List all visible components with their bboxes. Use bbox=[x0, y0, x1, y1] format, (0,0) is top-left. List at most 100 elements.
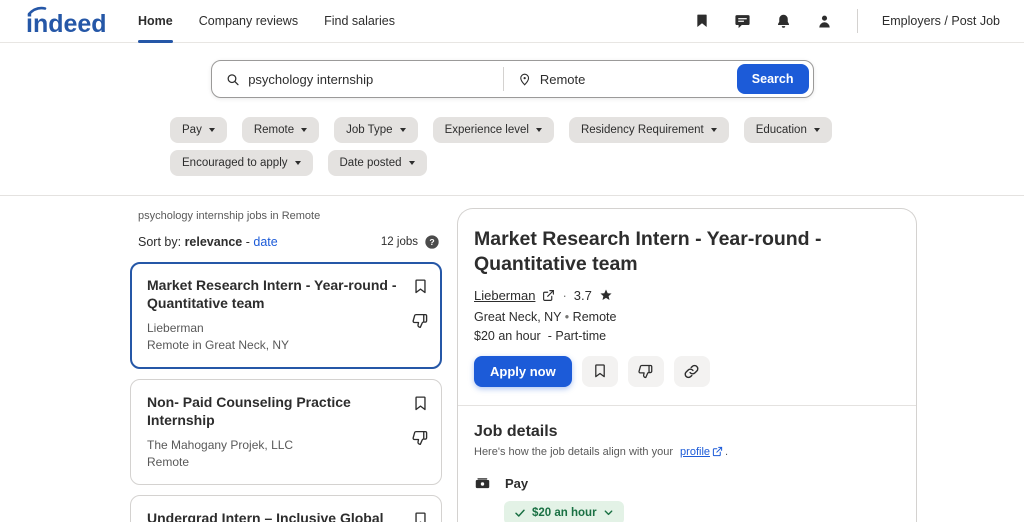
thumbs-down-icon[interactable] bbox=[411, 429, 429, 447]
check-icon bbox=[515, 509, 525, 517]
indeed-logo-text: indeed bbox=[26, 10, 107, 37]
job-card-title[interactable]: Non- Paid Counseling Practice Internship bbox=[147, 393, 403, 430]
filter-date-posted-label: Date posted bbox=[339, 157, 402, 169]
nav-tab-company-reviews[interactable]: Company reviews bbox=[186, 0, 311, 43]
job-card-undergrad-intern[interactable]: Undergrad Intern – Inclusive Global Heal… bbox=[130, 495, 442, 522]
indeed-logo[interactable]: indeed bbox=[25, 5, 109, 37]
job-remote-label: Remote bbox=[572, 309, 617, 324]
job-details-pay-item: Pay bbox=[474, 475, 900, 492]
filter-remote[interactable]: Remote bbox=[241, 117, 320, 143]
job-card-company: Lieberman bbox=[147, 320, 204, 335]
nav-tab-home[interactable]: Home bbox=[125, 0, 186, 43]
job-card-text: Market Research Intern - Year-round - Qu… bbox=[147, 276, 403, 355]
separator-bullet: • bbox=[564, 309, 570, 324]
company-link[interactable]: Lieberman bbox=[474, 288, 535, 303]
search-icon bbox=[227, 73, 239, 85]
job-card-location: Remote in Great Neck, NY bbox=[147, 338, 290, 353]
copy-link-button[interactable] bbox=[673, 355, 710, 387]
primary-nav: Home Company reviews Find salaries bbox=[125, 0, 408, 43]
caret-down-icon bbox=[813, 128, 820, 132]
thumbs-down-icon bbox=[638, 364, 653, 378]
job-search-bar: Search bbox=[210, 60, 814, 98]
job-card-text: Undergrad Intern – Inclusive Global Heal… bbox=[147, 509, 403, 522]
bookmark-icon bbox=[697, 14, 707, 27]
job-list-column: psychology internship jobs in Remote Sor… bbox=[130, 208, 442, 522]
sort-row: Sort by: relevance - date 12 jobs ? bbox=[138, 234, 440, 250]
filter-row-2: Encouraged to apply Date posted bbox=[170, 150, 1024, 176]
job-card-market-research-intern[interactable]: Market Research Intern - Year-round - Qu… bbox=[130, 262, 442, 369]
filter-row-1: Pay Remote Job Type Experience level Res… bbox=[170, 117, 1024, 143]
sort-separator: - bbox=[245, 235, 250, 249]
job-type-value: Part-time bbox=[555, 328, 607, 343]
job-card-location: Remote bbox=[147, 455, 190, 470]
pay-type-separator: - bbox=[547, 328, 552, 343]
sort-relevance[interactable]: relevance bbox=[185, 235, 243, 249]
job-pay: $20 an hour bbox=[474, 328, 541, 343]
profile-link[interactable]: profile bbox=[680, 446, 710, 458]
caret-down-icon bbox=[301, 128, 308, 132]
copy-link-icon bbox=[684, 364, 699, 379]
search-where-input[interactable] bbox=[539, 71, 717, 87]
messages-icon bbox=[735, 14, 750, 28]
job-card-company: The Mahogany Projek, LLC bbox=[147, 437, 294, 452]
job-details-subtext: Here's how the job details align with yo… bbox=[474, 446, 900, 458]
filter-experience-level[interactable]: Experience level bbox=[432, 117, 554, 143]
pay-match-chip[interactable]: $20 an hour bbox=[504, 500, 624, 522]
nav-right-actions: Employers / Post Job bbox=[694, 9, 1000, 33]
filter-job-type[interactable]: Job Type bbox=[334, 117, 418, 143]
section-divider bbox=[0, 195, 1024, 196]
filter-encouraged-to-apply-label: Encouraged to apply bbox=[182, 157, 288, 169]
profile-icon bbox=[819, 15, 830, 28]
job-detail-company-row: Lieberman · 3.7 bbox=[474, 288, 900, 303]
messages-button[interactable] bbox=[734, 13, 751, 30]
company-rating[interactable]: 3.7 bbox=[574, 288, 592, 303]
dislike-job-button[interactable] bbox=[627, 355, 664, 387]
nav-tab-find-salaries[interactable]: Find salaries bbox=[311, 0, 408, 43]
profile-menu-button[interactable] bbox=[816, 13, 833, 30]
search-where-segment bbox=[504, 71, 731, 87]
job-details-subtext-before: Here's how the job details align with yo… bbox=[474, 445, 673, 458]
bookmark-icon[interactable] bbox=[412, 511, 429, 522]
save-job-button[interactable] bbox=[581, 355, 618, 387]
chevron-down-icon bbox=[604, 510, 612, 516]
thumbs-down-icon[interactable] bbox=[411, 312, 429, 330]
svg-text:?: ? bbox=[429, 237, 434, 247]
caret-down-icon bbox=[399, 128, 406, 132]
bookmark-icon bbox=[594, 364, 605, 378]
job-detail-location-row: Great Neck, NY • Remote bbox=[474, 310, 900, 324]
pay-section-label: Pay bbox=[505, 475, 529, 491]
bookmark-icon[interactable] bbox=[412, 278, 429, 295]
jobs-count-label: 12 jobs bbox=[380, 236, 418, 248]
employers-post-job-link[interactable]: Employers / Post Job bbox=[882, 14, 1000, 28]
search-button[interactable]: Search bbox=[736, 64, 809, 94]
filter-education[interactable]: Education bbox=[743, 117, 832, 143]
apply-now-button[interactable]: Apply now bbox=[474, 355, 572, 387]
filter-pay[interactable]: Pay bbox=[170, 117, 227, 143]
caret-down-icon bbox=[208, 128, 215, 132]
saved-jobs-button[interactable] bbox=[694, 13, 710, 29]
job-card-title[interactable]: Market Research Intern - Year-round - Qu… bbox=[147, 276, 403, 313]
nav-divider bbox=[856, 9, 858, 33]
job-cards-list: Market Research Intern - Year-round - Qu… bbox=[130, 262, 442, 522]
star-icon bbox=[600, 289, 612, 301]
bookmark-icon[interactable] bbox=[412, 395, 429, 412]
filter-remote-label: Remote bbox=[253, 124, 295, 136]
search-section: Search Pay Remote Job Type Experience le… bbox=[0, 43, 1024, 176]
caret-down-icon bbox=[710, 128, 717, 132]
sort-date-link[interactable]: date bbox=[253, 235, 277, 249]
filter-pay-label: Pay bbox=[182, 124, 202, 136]
filter-date-posted[interactable]: Date posted bbox=[327, 150, 427, 176]
filter-experience-level-label: Experience level bbox=[444, 124, 529, 136]
jobs-count: 12 jobs ? bbox=[381, 234, 440, 250]
filter-education-label: Education bbox=[755, 124, 807, 136]
job-card-counseling-internship[interactable]: Non- Paid Counseling Practice Internship… bbox=[130, 378, 442, 486]
caret-down-icon bbox=[408, 161, 415, 165]
external-link-icon bbox=[543, 289, 555, 301]
notifications-button[interactable] bbox=[775, 13, 792, 30]
job-card-title[interactable]: Undergrad Intern – Inclusive Global Heal… bbox=[147, 509, 403, 522]
search-what-input[interactable] bbox=[248, 71, 489, 87]
filter-residency-requirement[interactable]: Residency Requirement bbox=[568, 117, 729, 143]
filter-encouraged-to-apply[interactable]: Encouraged to apply bbox=[170, 150, 313, 176]
help-circle-icon[interactable]: ? bbox=[424, 234, 440, 250]
job-details-heading: Job details bbox=[474, 422, 558, 440]
